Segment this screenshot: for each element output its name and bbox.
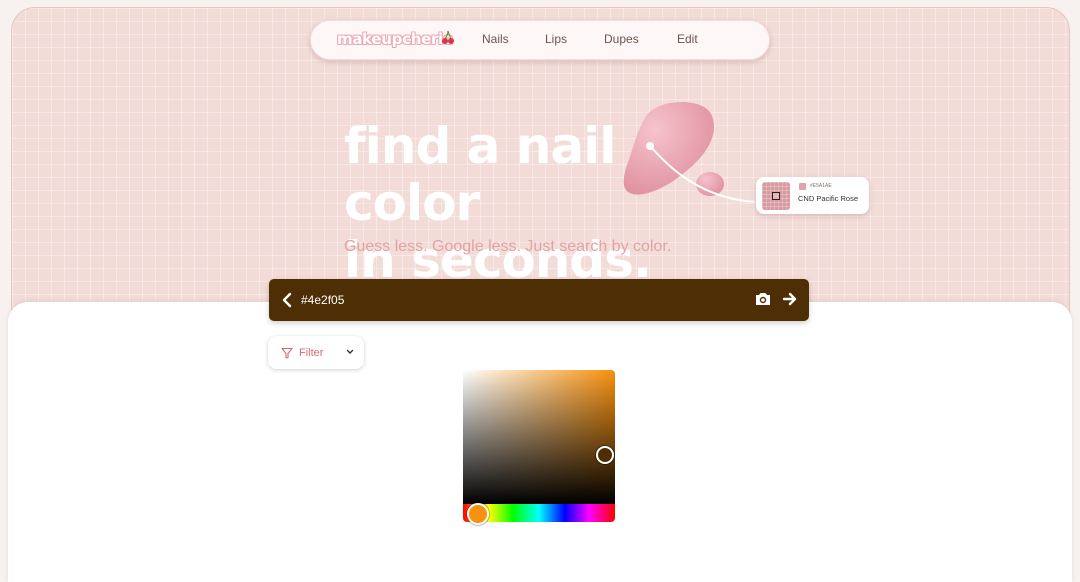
page-headline: find a nail color in seconds. [344, 118, 764, 289]
hero-subline: Guess less. Google less. Just search by … [344, 238, 672, 255]
swatch-color-dot [799, 183, 806, 190]
hue-slider-handle[interactable] [467, 503, 489, 525]
back-arrow-icon[interactable] [281, 292, 293, 308]
filter-dropdown-button[interactable]: Filter [268, 336, 364, 369]
swatch-texture [762, 182, 790, 210]
navbar: makeupcherie Nails Lips Dupes Edit [310, 20, 770, 60]
nav-link-nails[interactable]: Nails [482, 32, 509, 46]
chevron-down-icon [346, 349, 354, 354]
color-picker [463, 370, 615, 522]
filter-icon [281, 347, 293, 359]
headline-line-1: find a nail color [344, 117, 616, 232]
nav-link-dupes[interactable]: Dupes [604, 32, 639, 46]
swatch-hex: #E5A1AE [810, 183, 832, 189]
arrow-right-icon[interactable] [782, 291, 798, 307]
color-hex-input[interactable] [299, 289, 603, 311]
swatch-marker [772, 192, 780, 200]
logo[interactable]: makeupcherie [337, 30, 453, 48]
saturation-value-area[interactable] [463, 370, 615, 504]
camera-icon[interactable] [754, 291, 772, 307]
saturation-value-handle[interactable] [596, 446, 614, 464]
color-search-bar [269, 279, 809, 321]
cherry-icon [442, 30, 454, 44]
nav-link-lips[interactable]: Lips [545, 32, 567, 46]
filter-label: Filter [299, 347, 324, 359]
nav-link-edit[interactable]: Edit [677, 32, 698, 46]
swatch-name: CND Pacific Rose [798, 194, 859, 203]
color-swatch-card[interactable]: #E5A1AE CND Pacific Rose [756, 177, 869, 214]
